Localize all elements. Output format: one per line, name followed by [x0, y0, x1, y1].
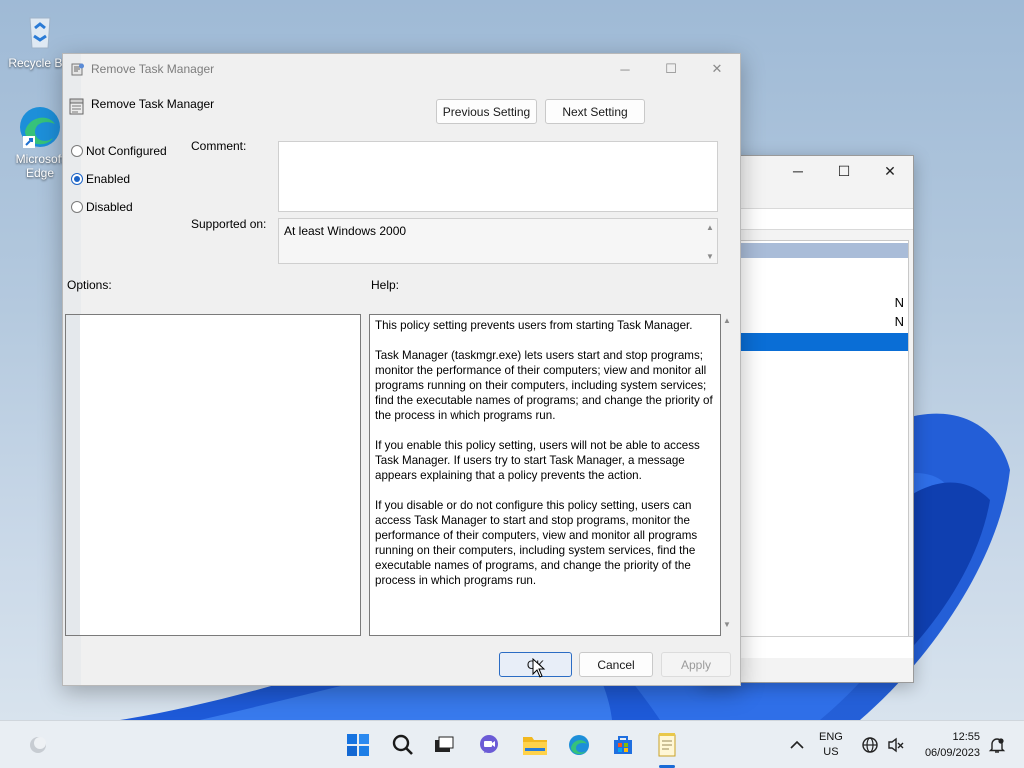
policy-dialog[interactable]: Remove Task Manager ─ ☐ ✕ Remove Task Ma…	[62, 53, 741, 686]
recycle-bin-icon	[17, 8, 63, 54]
scroll-up-icon[interactable]: ▲	[723, 316, 731, 325]
chevron-up-icon	[790, 740, 804, 749]
dialog-title: Remove Task Manager	[91, 62, 215, 76]
clock[interactable]: 12:55 06/09/2023	[918, 721, 980, 768]
policy-setting-icon	[69, 98, 84, 115]
notifications-icon[interactable]	[988, 721, 1006, 768]
radio-not-configured[interactable]: Not Configured	[71, 144, 167, 158]
help-paragraph: This policy setting prevents users from …	[375, 319, 693, 332]
policy-icon	[71, 63, 84, 76]
minimize-icon[interactable]: ─	[602, 54, 648, 84]
cancel-button[interactable]: Cancel	[579, 652, 653, 677]
radio-label: Not Configured	[86, 144, 167, 158]
task-view-icon[interactable]	[428, 729, 460, 761]
edge-icon[interactable]	[563, 729, 595, 761]
edge-icon	[17, 104, 63, 150]
notepad-icon[interactable]	[651, 729, 683, 761]
help-paragraph: Task Manager (taskmgr.exe) lets users st…	[375, 349, 713, 422]
radio-enabled[interactable]: Enabled	[71, 172, 130, 186]
mouse-cursor-icon	[532, 658, 546, 678]
dialog-titlebar[interactable]: Remove Task Manager ─ ☐ ✕	[63, 54, 740, 84]
comment-label: Comment:	[191, 139, 247, 153]
previous-setting-button[interactable]: Previous Setting	[436, 99, 537, 124]
start-icon[interactable]	[342, 729, 374, 761]
apply-button[interactable]: Apply	[661, 652, 731, 677]
setting-name: Remove Task Manager	[91, 97, 215, 111]
comment-textarea[interactable]	[278, 141, 718, 212]
list-item[interactable]: N	[895, 295, 904, 310]
maximize-icon[interactable]: ☐	[648, 54, 694, 84]
search-icon[interactable]	[387, 729, 419, 761]
supported-on-field: At least Windows 2000 ▲ ▼	[278, 218, 718, 264]
options-pane-edge	[66, 315, 80, 635]
language-code: ENG	[819, 731, 843, 743]
language-indicator[interactable]: ENG US	[819, 721, 843, 768]
scroll-down-icon[interactable]: ▼	[723, 620, 731, 629]
scroll-up-icon[interactable]: ▲	[703, 223, 717, 232]
volume-muted-icon[interactable]	[887, 721, 905, 768]
clock-time: 12:55	[952, 731, 980, 743]
chat-icon[interactable]	[473, 729, 505, 761]
radio-disabled[interactable]: Disabled	[71, 200, 133, 214]
show-hidden-icons[interactable]	[790, 721, 804, 768]
help-paragraph: If you disable or do not configure this …	[375, 499, 698, 587]
list-item[interactable]: N	[895, 314, 904, 329]
radio-circle[interactable]	[71, 145, 83, 157]
help-label: Help:	[371, 278, 400, 292]
maximize-icon[interactable]: ☐	[821, 156, 867, 186]
radio-circle-selected[interactable]	[71, 173, 83, 185]
keyboard-layout: US	[823, 746, 839, 758]
clock-date: 06/09/2023	[924, 747, 980, 759]
radio-label: Enabled	[86, 172, 131, 186]
scroll-down-icon[interactable]: ▼	[703, 252, 717, 261]
supported-on-label: Supported on:	[191, 217, 267, 231]
taskbar: ENG US 12:55 06/09/2023	[0, 720, 1024, 768]
file-explorer-icon[interactable]	[519, 729, 551, 761]
radio-label: Disabled	[86, 200, 133, 214]
help-paragraph: If you enable this policy setting, users…	[375, 439, 700, 482]
minimize-icon[interactable]: ─	[775, 156, 821, 186]
supported-on-value: At least Windows 2000	[284, 224, 407, 238]
network-icon[interactable]	[861, 721, 879, 768]
radio-circle[interactable]	[71, 201, 83, 213]
close-icon[interactable]: ✕	[867, 156, 913, 186]
widgets-icon[interactable]	[22, 729, 54, 761]
options-label: Options:	[67, 278, 112, 292]
store-icon[interactable]	[607, 729, 639, 761]
next-setting-button[interactable]: Next Setting	[545, 99, 645, 124]
close-icon[interactable]: ✕	[694, 54, 740, 84]
help-text-pane[interactable]: This policy setting prevents users from …	[369, 314, 721, 636]
options-pane[interactable]	[65, 314, 361, 636]
